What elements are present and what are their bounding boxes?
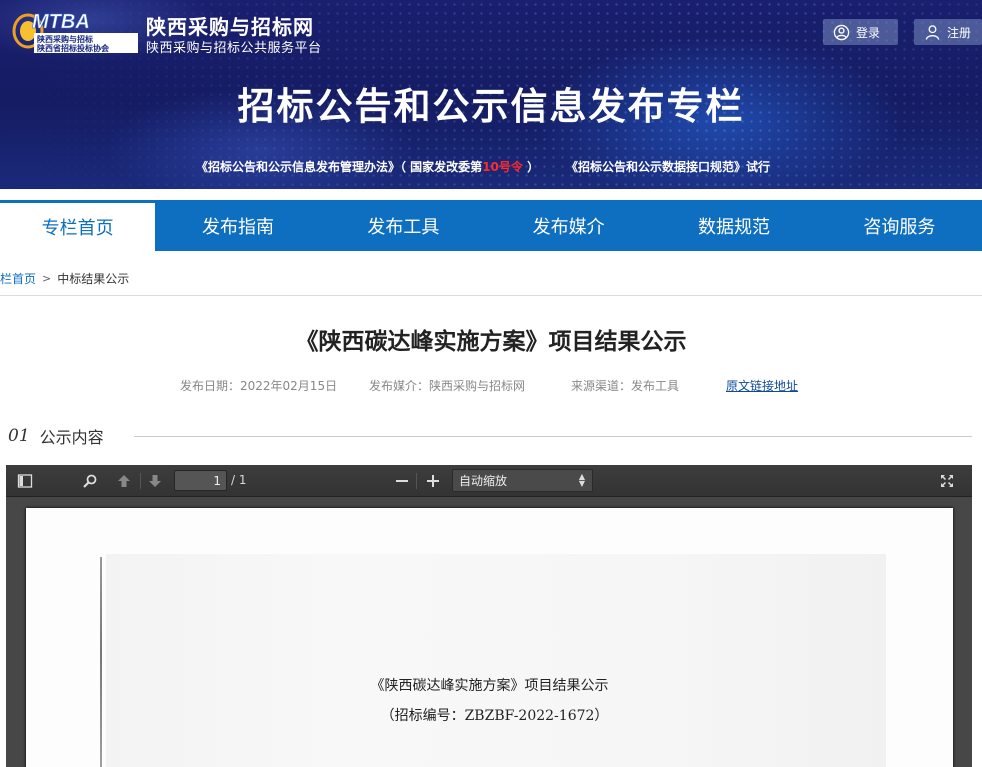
section-number: 01 [8,426,30,446]
zoom-select-value: 自动缩放 [459,474,508,488]
breadcrumb: 栏首页 > 中标结果公示 [0,270,129,287]
publish-media: 发布媒介：陕西采购与招标网 [369,379,526,393]
pdf-viewer: / 1 自动缩放 ▲▼ [6,465,972,767]
site-subtitle: 陕西采购与招标公共服务平台 [146,41,322,56]
site-logo[interactable]: MTBA 陕西采购与招标 陕西省招标投标协会 [10,6,140,56]
login-button[interactable]: 登录 [823,19,898,45]
select-arrows-icon: ▲ ▼ [578,472,585,488]
pdf-toolbar: / 1 自动缩放 ▲▼ [6,465,972,497]
banner-title: 招标公告和公示信息发布专栏 [237,85,745,128]
data-spec-link[interactable]: 《招标公告和公示数据接口规范》试行 [566,158,770,175]
toolbar-separator [416,473,417,489]
arrow-down-icon [149,475,161,487]
breadcrumb-current: 中标结果公示 [57,272,130,286]
section-label: 公示内容 [39,428,104,447]
document-tender-code: （招标编号：ZBZBF-2022-1672） [380,708,609,724]
next-page-button[interactable] [143,470,167,492]
scan-edge-shadow [100,557,102,767]
user-icon [925,24,940,40]
section-header: 01 公示内容 [8,424,104,448]
section-divider [134,436,972,437]
nav-item-tools[interactable]: 发布工具 [321,200,486,251]
main-nav: 专栏首页 发布指南 发布工具 发布媒介 数据规范 咨询服务 [0,200,982,251]
divider [0,295,982,296]
header-banner: MTBA 陕西采购与招标 陕西省招标投标协会 陕西采购与招标网 陕西采购与招标公… [0,0,982,189]
page-number-input[interactable] [174,470,227,491]
original-link[interactable]: 原文链接地址 [726,377,798,394]
page-title: 《陕西碳达峰实施方案》项目结果公示 [295,329,687,355]
regulation-close: ） [522,160,540,174]
nav-item-home[interactable]: 专栏首页 [0,200,156,251]
zoom-in-button[interactable] [421,470,445,492]
register-button[interactable]: 注册 [914,19,982,45]
login-label: 登录 [856,25,881,40]
svg-text:MTBA: MTBA [32,11,90,33]
previous-page-button[interactable] [112,470,136,492]
sidebar-toggle-icon [17,474,33,488]
pdf-page: 《陕西碳达峰实施方案》项目结果公示 （招标编号：ZBZBF-2022-1672） [26,508,953,767]
breadcrumb-separator: > [42,272,52,285]
regulation-link[interactable]: 《招标公告和公示信息发布管理办法》（ 国家发改委第10号令 ） [196,158,539,175]
site-title: 陕西采购与招标网 [146,15,314,39]
register-label: 注册 [947,25,972,40]
breadcrumb-home[interactable]: 栏首页 [0,270,36,287]
scanned-document-image [106,554,886,767]
nav-item-data-spec[interactable]: 数据规范 [651,200,816,251]
arrow-up-icon [118,475,130,487]
fullscreen-button[interactable] [935,470,959,492]
regulation-text: 《招标公告和公示信息发布管理办法》（ 国家发改委第 [196,160,483,174]
toolbar-separator [140,473,141,489]
zoom-select[interactable]: 自动缩放 ▲ ▼ [452,469,593,492]
page-count: / 1 [231,473,247,487]
zoom-out-button[interactable] [390,470,414,492]
nav-item-guide[interactable]: 发布指南 [155,200,320,251]
source-channel: 来源渠道：发布工具 [571,379,680,393]
regulation-number: 10号令 [482,160,523,174]
user-circle-icon [833,24,850,40]
sidebar-toggle-button[interactable] [13,470,37,492]
minus-icon [396,480,408,482]
svg-text:陕西省招标投标协会: 陕西省招标投标协会 [37,43,109,53]
search-icon [83,474,97,488]
find-button[interactable] [78,470,102,492]
document-title: 《陕西碳达峰实施方案》项目结果公示 [370,678,609,694]
plus-icon [427,475,439,487]
publish-date: 发布日期：2022年02月15日 [180,379,338,393]
nav-item-media[interactable]: 发布媒介 [486,200,651,251]
fullscreen-icon [941,475,953,487]
nav-item-consulting[interactable]: 咨询服务 [817,200,982,251]
